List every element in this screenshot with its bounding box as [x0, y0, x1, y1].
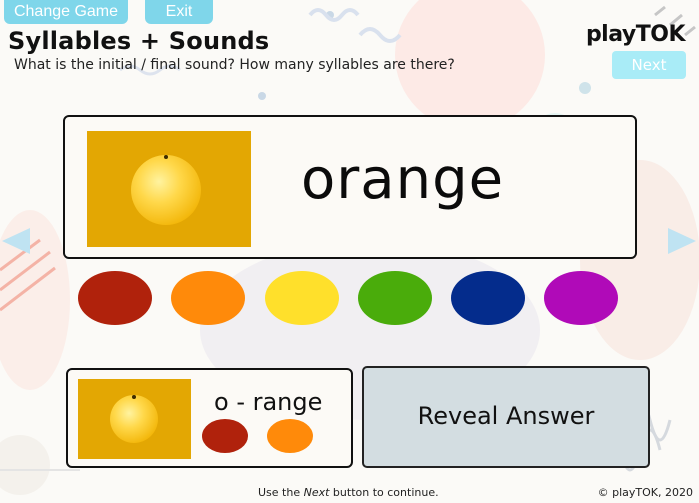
copyright-text: © playTOK, 2020 — [597, 486, 693, 499]
word-card: orange — [63, 115, 637, 259]
color-dot-red[interactable] — [78, 271, 152, 325]
orange-fruit-icon — [87, 131, 251, 247]
playtok-logo: playTOK — [585, 22, 686, 47]
reveal-answer-button[interactable]: Reveal Answer — [362, 366, 650, 468]
page-title: Syllables + Sounds — [8, 27, 270, 55]
color-dot-orange[interactable] — [171, 271, 245, 325]
color-dot-purple[interactable] — [544, 271, 618, 325]
target-word: orange — [301, 147, 505, 212]
next-arrow-icon[interactable] — [664, 226, 698, 256]
exit-button[interactable]: Exit — [145, 0, 213, 24]
orange-fruit-small-icon — [78, 379, 191, 459]
change-game-button[interactable]: Change Game — [4, 0, 128, 24]
color-dot-yellow[interactable] — [265, 271, 339, 325]
syllable-dot-1 — [202, 419, 248, 453]
color-dot-blue[interactable] — [451, 271, 525, 325]
footer-prefix: Use the — [258, 486, 304, 499]
syllable-split-text: o - range — [214, 388, 323, 416]
footer-emphasis: Next — [303, 486, 330, 499]
footer-instruction: Use the Next button to continue. — [258, 486, 439, 499]
syllable-card: o - range — [66, 368, 353, 468]
syllable-dot-2 — [267, 419, 313, 453]
next-button[interactable]: Next — [612, 51, 686, 79]
footer-suffix: button to continue. — [329, 486, 439, 499]
page-subtitle: What is the initial / final sound? How m… — [14, 57, 455, 73]
previous-arrow-icon[interactable] — [0, 226, 34, 256]
color-dot-green[interactable] — [358, 271, 432, 325]
